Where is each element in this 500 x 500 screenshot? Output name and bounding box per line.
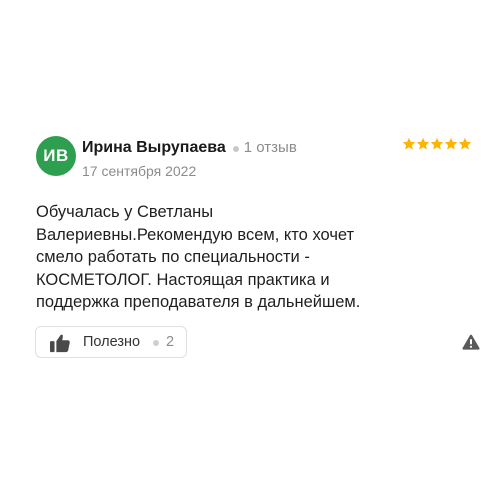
separator-dot	[232, 146, 239, 152]
review-text-line: КОСМЕТОЛОГ. Настоящая практика и	[36, 270, 330, 289]
review-text-line: поддержка преподавателя в дальнейшем.	[36, 293, 361, 311]
star-icon	[430, 137, 444, 150]
review-text-line: Обучалась у Светланы	[36, 203, 214, 221]
author-reviews-count: 1 отзыв	[243, 139, 297, 156]
review-text-line: смело работать по специальности -	[36, 248, 310, 266]
warning-triangle-icon[interactable]	[462, 334, 480, 350]
star-icon	[402, 137, 416, 150]
helpful-button[interactable]: Полезно 2	[35, 326, 187, 358]
star-icon	[416, 137, 430, 150]
helpful-count: 2	[166, 334, 175, 350]
avatar[interactable]: ИВ	[36, 136, 76, 176]
star-icon	[444, 137, 458, 150]
thumbs-up-icon	[50, 334, 70, 353]
author-line: Ирина Вырупаева 1 отзыв	[82, 139, 297, 157]
review-text: Обучалась у Светланы Валериевны.Рекоменду…	[36, 201, 456, 314]
avatar-initials: ИВ	[43, 146, 69, 165]
rating-stars	[402, 137, 472, 151]
star-icon	[458, 137, 472, 150]
review-date: 17 сентября 2022	[82, 163, 197, 179]
review-card: ИВ Ирина Вырупаева 1 отзыв 17 сентября 2…	[0, 0, 500, 500]
separator-dot	[153, 340, 159, 346]
review-text-line: Валериевны.Рекомендую всем, кто хочет	[36, 225, 355, 244]
helpful-label: Полезно	[83, 334, 141, 350]
author-name[interactable]: Ирина Вырупаева	[82, 139, 226, 157]
